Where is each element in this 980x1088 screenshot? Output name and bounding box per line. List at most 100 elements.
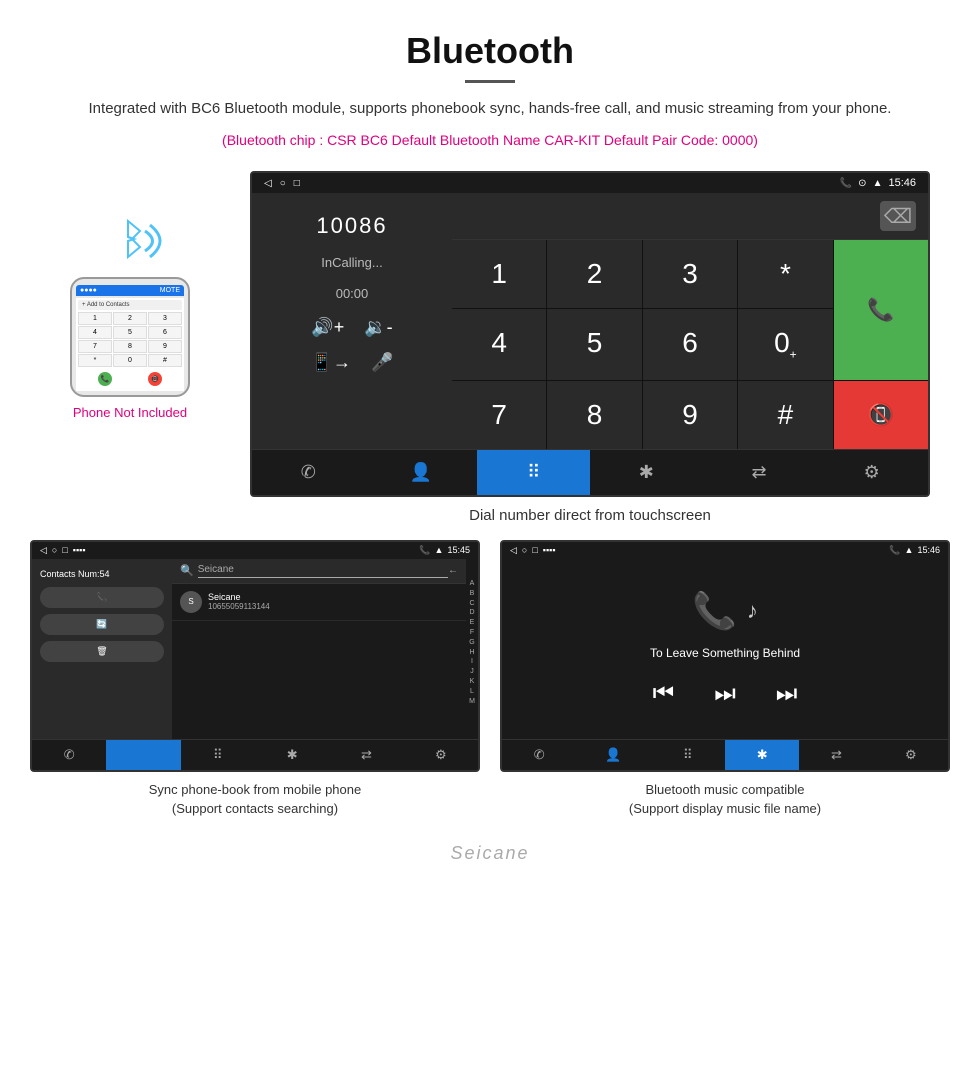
alpha-a[interactable]: A — [466, 579, 478, 589]
alpha-m[interactable]: M — [466, 697, 478, 707]
phone-key-3[interactable]: 3 — [148, 312, 182, 325]
nav-dialpad[interactable]: ⠿ — [477, 450, 590, 495]
key-star[interactable]: * — [738, 240, 832, 308]
delete-icon: 🗑 — [96, 646, 107, 657]
sync-button[interactable]: 🔄 — [40, 614, 164, 635]
search-back-icon[interactable]: ← — [448, 565, 458, 576]
music-home-icon[interactable]: ○ — [522, 545, 527, 556]
phone-key-hash[interactable]: # — [148, 354, 182, 367]
volume-down-icon[interactable]: 🔉- — [364, 317, 392, 338]
phone-mockup: ●●●● MOTE + Add to Contacts 1 2 3 4 5 6 … — [70, 277, 190, 397]
call-green-button[interactable]: 📞 — [834, 240, 928, 380]
music-nav-transfer[interactable]: ⇄ — [799, 740, 873, 770]
main-status-bar: ◁ ○ □ 📞 ⊙ ▲ 15:46 — [252, 173, 928, 193]
music-caption-line1: Bluetooth music compatible — [646, 782, 805, 797]
contacts-nav-settings[interactable]: ⚙ — [404, 740, 478, 770]
music-nav-call[interactable]: ✆ — [502, 740, 576, 770]
alpha-h[interactable]: H — [466, 648, 478, 658]
phone-key-4[interactable]: 4 — [78, 326, 112, 339]
alpha-j[interactable]: J — [466, 667, 478, 677]
music-back-icon[interactable]: ◁ — [510, 545, 517, 556]
contacts-nav-call[interactable]: ✆ — [32, 740, 106, 770]
backspace-button[interactable]: ⌫ — [880, 201, 916, 231]
key-0plus[interactable]: 0+ — [738, 309, 832, 380]
calling-status: InCalling... — [321, 255, 382, 270]
alpha-c[interactable]: C — [466, 599, 478, 609]
contacts-status-bar: ◁ ○ □ ▪▪▪▪ 📞 ▲ 15:45 — [32, 542, 478, 559]
music-nav-bluetooth[interactable]: ✱ — [725, 740, 799, 770]
phone-key-8[interactable]: 8 — [113, 340, 147, 353]
key-7[interactable]: 7 — [452, 381, 546, 449]
prev-track-button[interactable]: ⏮ — [653, 680, 675, 708]
key-hash[interactable]: # — [738, 381, 832, 449]
search-input[interactable]: Seicane — [198, 564, 448, 578]
home-icon[interactable]: ○ — [280, 178, 286, 189]
phone-key-9[interactable]: 9 — [148, 340, 182, 353]
nav-contacts[interactable]: 👤 — [365, 450, 478, 495]
music-body: 📞 ♪ To Leave Something Behind ⏮ ⏭ ⏭ — [502, 559, 948, 739]
key-4[interactable]: 4 — [452, 309, 546, 380]
status-left-icons: ◁ ○ □ — [264, 178, 300, 189]
key-5[interactable]: 5 — [547, 309, 641, 380]
back-icon[interactable]: ◁ — [264, 178, 272, 189]
volume-up-icon[interactable]: 🔊+ — [311, 317, 344, 338]
contacts-left-panel: Contacts Num:54 📞 🔄 🗑 — [32, 559, 172, 739]
key-8[interactable]: 8 — [547, 381, 641, 449]
alpha-i[interactable]: I — [466, 657, 478, 667]
phone-key-6[interactable]: 6 — [148, 326, 182, 339]
key-3[interactable]: 3 — [643, 240, 737, 308]
key-9[interactable]: 9 — [643, 381, 737, 449]
music-recents-icon[interactable]: □ — [532, 545, 537, 556]
contact-item[interactable]: S Seicane 10655059113144 — [172, 584, 466, 621]
delete-button[interactable]: 🗑 — [40, 641, 164, 662]
phone-end-button[interactable]: 📵 — [148, 372, 162, 386]
alpha-d[interactable]: D — [466, 608, 478, 618]
nav-settings[interactable]: ⚙ — [815, 450, 928, 495]
music-nav-settings[interactable]: ⚙ — [874, 740, 948, 770]
alpha-f[interactable]: F — [466, 628, 478, 638]
end-call-button[interactable]: 📵 — [834, 381, 928, 449]
recents-icon[interactable]: □ — [294, 178, 300, 189]
contacts-time: 15:45 — [447, 545, 470, 556]
key-1[interactable]: 1 — [452, 240, 546, 308]
music-nav-bar: ✆ 👤 ⠿ ✱ ⇄ ⚙ — [502, 739, 948, 770]
key-6[interactable]: 6 — [643, 309, 737, 380]
music-nav-contacts[interactable]: 👤 — [576, 740, 650, 770]
key-2[interactable]: 2 — [547, 240, 641, 308]
transfer-icon[interactable]: 📱→ — [311, 352, 351, 373]
alpha-b[interactable]: B — [466, 589, 478, 599]
nav-call[interactable]: ✆ — [252, 450, 365, 495]
phone-key-5[interactable]: 5 — [113, 326, 147, 339]
contacts-nav-bluetooth[interactable]: ✱ — [255, 740, 329, 770]
nav-transfer[interactable]: ⇄ — [703, 450, 816, 495]
contacts-nav-dialpad[interactable]: ⠿ — [181, 740, 255, 770]
contacts-nav-transfer[interactable]: ⇄ — [329, 740, 403, 770]
music-nav-dialpad[interactable]: ⠿ — [651, 740, 725, 770]
alpha-e[interactable]: E — [466, 618, 478, 628]
header-description: Integrated with BC6 Bluetooth module, su… — [60, 97, 920, 121]
music-status-bar: ◁ ○ □ ▪▪▪▪ 📞 ▲ 15:46 — [502, 542, 948, 559]
alpha-l[interactable]: L — [466, 687, 478, 697]
contacts-nav-contacts[interactable]: 👤 — [106, 740, 180, 770]
phone-key-1[interactable]: 1 — [78, 312, 112, 325]
phone-call-button[interactable]: 📞 — [98, 372, 112, 386]
mute-icon[interactable]: 🎤 — [371, 352, 393, 373]
contacts-recents-icon[interactable]: □ — [62, 545, 67, 556]
next-track-button[interactable]: ⏭ — [776, 680, 798, 708]
contacts-status-left: ◁ ○ □ ▪▪▪▪ — [40, 545, 86, 556]
main-screen-area: ◁ ○ □ 📞 ⊙ ▲ 15:46 10086 InCalling... 00:… — [230, 171, 950, 524]
alpha-index: A B C D E F G H I J K L M — [466, 559, 478, 739]
nav-bluetooth[interactable]: ✱ — [590, 450, 703, 495]
phone-key-7[interactable]: 7 — [78, 340, 112, 353]
contact-name: Seicane — [208, 592, 458, 602]
contacts-caption-line1: Sync phone-book from mobile phone — [149, 782, 361, 797]
play-pause-button[interactable]: ⏭ — [714, 680, 736, 708]
alpha-k[interactable]: K — [466, 677, 478, 687]
contacts-back-icon[interactable]: ◁ — [40, 545, 47, 556]
call-contact-button[interactable]: 📞 — [40, 587, 164, 608]
alpha-g[interactable]: G — [466, 638, 478, 648]
phone-key-star[interactable]: * — [78, 354, 112, 367]
phone-key-2[interactable]: 2 — [113, 312, 147, 325]
phone-key-0[interactable]: 0 — [113, 354, 147, 367]
contacts-home-icon[interactable]: ○ — [52, 545, 57, 556]
